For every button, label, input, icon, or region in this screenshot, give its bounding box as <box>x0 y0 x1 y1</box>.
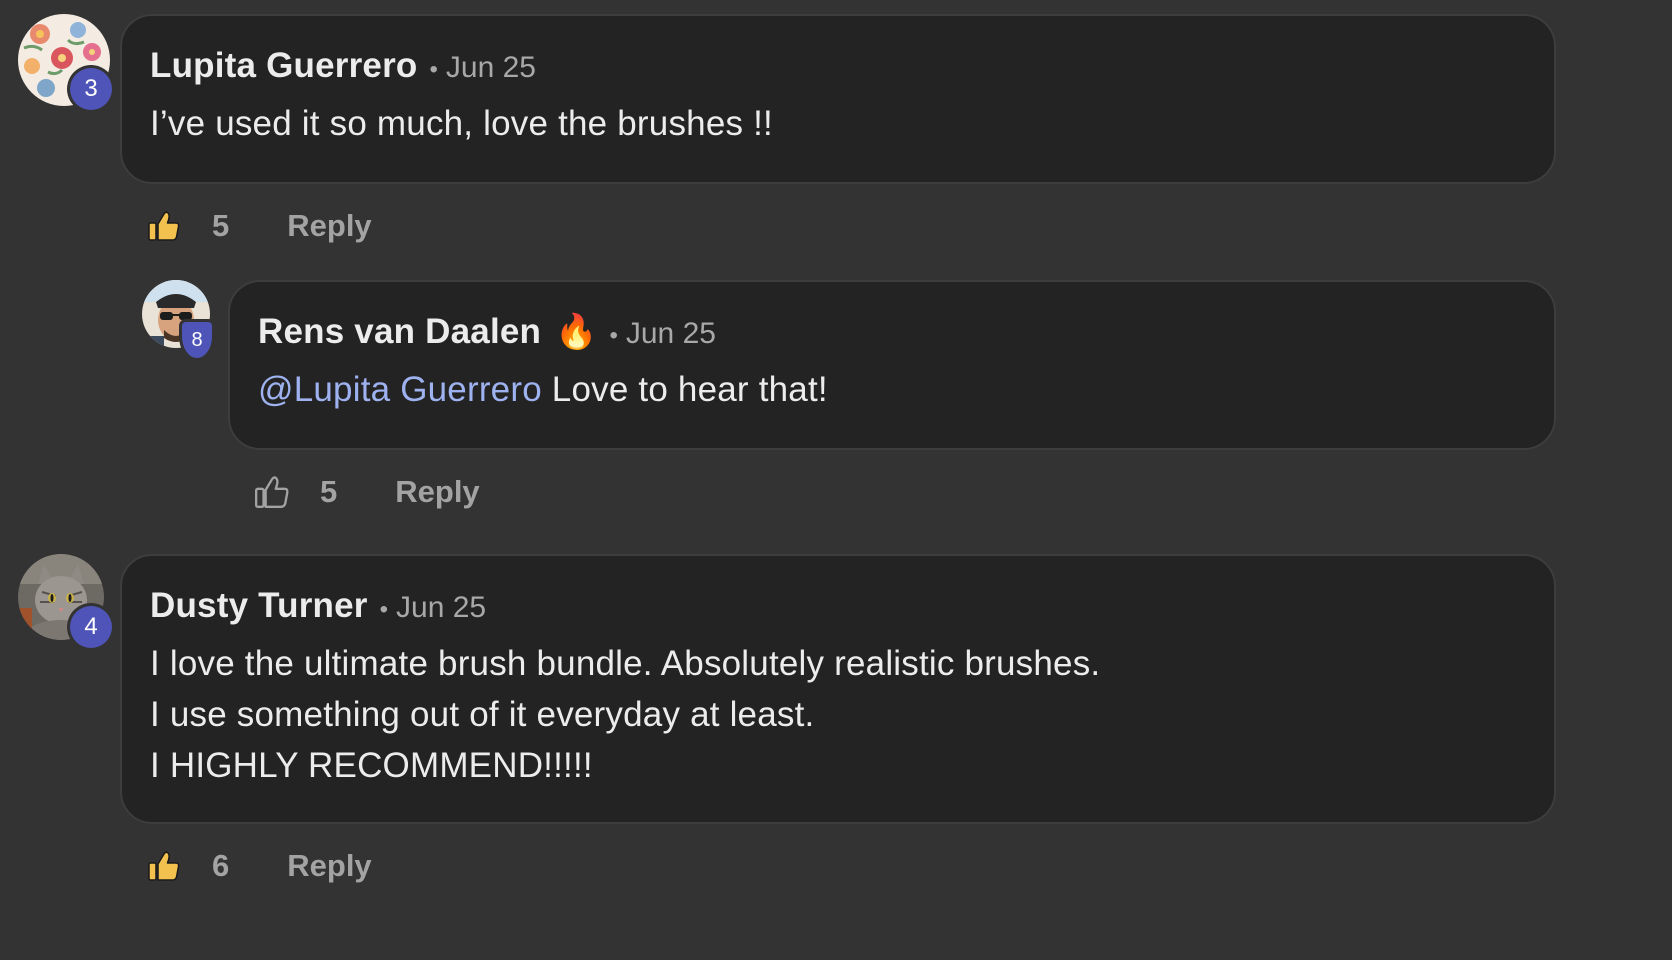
like-count: 5 <box>320 474 338 509</box>
separator-dot: • <box>379 596 389 623</box>
reply-button[interactable]: Reply <box>287 848 371 884</box>
comment-actions: 5 Reply <box>252 472 480 512</box>
reply-button[interactable]: Reply <box>395 474 479 510</box>
comment-header: Dusty Turner • Jun 25 <box>150 586 486 626</box>
reply-button[interactable]: Reply <box>287 208 371 244</box>
level-badge: 3 <box>70 68 112 110</box>
reply-comment: 8 Rens van Daalen 🔥 • Jun 25 @Lupita Gue… <box>0 270 1672 530</box>
like-button[interactable] <box>144 846 184 886</box>
level-badge: 4 <box>70 606 112 648</box>
author-name[interactable]: Lupita Guerrero <box>150 46 417 86</box>
like-count: 6 <box>212 848 230 883</box>
author-name[interactable]: Dusty Turner <box>150 586 368 626</box>
separator-dot: • <box>609 322 618 349</box>
comment-text-line: I love the ultimate brush bundle. Absolu… <box>150 644 1101 683</box>
avatar[interactable]: 4 <box>18 554 112 648</box>
comment-header: Rens van Daalen 🔥 • Jun 25 <box>258 312 716 352</box>
flame-emoji-icon: 🔥 <box>555 313 598 351</box>
avatar[interactable]: 3 <box>18 14 112 110</box>
comment: 4 Dusty Turner • Jun 25 I love the ultim… <box>0 540 1672 960</box>
comment-header: Lupita Guerrero • Jun 25 <box>150 46 536 86</box>
comment-actions: 6 Reply <box>144 846 372 886</box>
like-button[interactable] <box>252 472 292 512</box>
comment-bubble: Dusty Turner • Jun 25 I love the ultimat… <box>120 554 1556 824</box>
thumbs-up-outline-icon <box>255 476 289 508</box>
thumbs-up-filled-icon <box>148 851 180 881</box>
avatar[interactable]: 8 <box>142 280 212 358</box>
comment-actions: 5 Reply <box>144 206 372 246</box>
comment-date[interactable]: Jun 25 <box>626 317 716 351</box>
separator-dot: • <box>429 56 438 83</box>
comment-date[interactable]: Jun 25 <box>446 51 536 85</box>
comment-text-line: I use something out of it everyday at le… <box>150 695 815 734</box>
thumbs-up-filled-icon <box>148 211 180 241</box>
level-badge: 8 <box>182 322 212 358</box>
author-name[interactable]: Rens van Daalen <box>258 312 541 352</box>
comment-text-rest: Love to hear that! <box>541 370 828 409</box>
comment-date[interactable]: Jun 25 <box>396 591 486 625</box>
comment-text: @Lupita Guerrero Love to hear that! <box>258 370 828 410</box>
user-mention-link[interactable]: @Lupita Guerrero <box>258 370 542 409</box>
comment-bubble: Lupita Guerrero • Jun 25 I’ve used it so… <box>120 14 1556 184</box>
comment-text: I’ve used it so much, love the brushes !… <box>150 104 773 143</box>
comment-bubble: Rens van Daalen 🔥 • Jun 25 @Lupita Guerr… <box>228 280 1556 450</box>
like-button[interactable] <box>144 206 184 246</box>
like-count: 5 <box>212 208 230 243</box>
comment: 3 Lupita Guerrero • Jun 25 I’ve used it … <box>0 0 1672 290</box>
comment-text-line: I HIGHLY RECOMMEND!!!!! <box>150 746 593 785</box>
